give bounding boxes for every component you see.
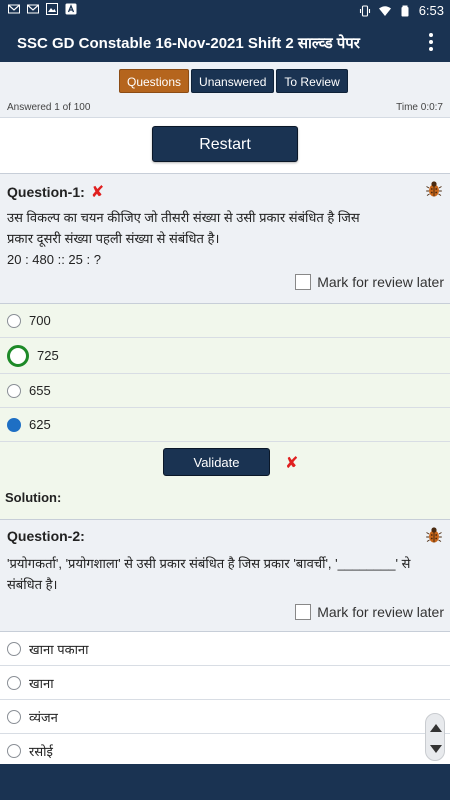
app-title: SSC GD Constable 16-Nov-2021 Shift 2 साल…	[17, 35, 360, 52]
tab-to-review[interactable]: To Review	[276, 69, 348, 93]
answer-section: 700 725 655 625 Validate ✘ Solution:	[0, 304, 450, 519]
question-heading: Question-1: ✘	[7, 182, 104, 202]
status-bar: 6:53	[0, 0, 450, 22]
option-row-selected[interactable]: 625	[0, 408, 450, 442]
answered-count: Answered 1 of 100	[7, 102, 91, 113]
radio-button[interactable]	[7, 383, 21, 398]
radio-button[interactable]	[7, 313, 21, 328]
wrong-answer-icon: ✘	[285, 455, 299, 472]
scroll-up-icon[interactable]	[430, 724, 442, 732]
gmail-icon	[27, 4, 39, 14]
radio-button[interactable]	[7, 675, 21, 690]
option-row-correct[interactable]: 725	[0, 338, 450, 374]
question-number: Question-2:	[7, 528, 85, 544]
battery-icon	[401, 5, 409, 16]
question-text-line: प्रकार दूसरी संख्या पहली संख्या से संबंध…	[7, 231, 220, 246]
question-card: Question-1: ✘ उस विकल्प का चयन कीजिए जो …	[0, 173, 450, 304]
question-card: Question-2: 'प्रयोगकर्ता', 'प्रयोगशाला' …	[0, 519, 450, 632]
vibrate-icon	[359, 4, 370, 17]
gmail-icon	[8, 4, 20, 14]
option-label: 625	[29, 417, 51, 432]
option-label: रसोई	[29, 743, 53, 759]
more-vert-icon[interactable]	[426, 31, 436, 53]
review-label: Mark for review later	[317, 604, 444, 620]
notification-icons	[8, 3, 77, 15]
option-label: 655	[29, 383, 51, 398]
image-icon	[46, 3, 58, 15]
tab-unanswered[interactable]: Unanswered	[191, 69, 275, 93]
app-bar: SSC GD Constable 16-Nov-2021 Shift 2 साल…	[0, 22, 450, 62]
tab-questions[interactable]: Questions	[119, 69, 190, 93]
app-icon	[65, 3, 77, 15]
option-label: खाना	[29, 675, 54, 691]
option-row[interactable]: रसोई	[0, 734, 450, 764]
question-text-line: संबंधित है।	[7, 577, 58, 592]
option-label: 700	[29, 313, 51, 328]
option-label: व्यंजन	[29, 709, 58, 725]
status-time: 6:53	[418, 3, 444, 18]
bug-report-icon[interactable]	[425, 180, 443, 198]
question-list[interactable]: Restart Question-1: ✘ उस विकल्प का चयन क…	[0, 118, 450, 764]
question-text-line: 'प्रयोगकर्ता', 'प्रयोगशाला' से उसी प्रका…	[7, 556, 411, 571]
option-label: खाना पकाना	[29, 641, 89, 657]
option-label: 725	[37, 348, 59, 363]
question-text: 'प्रयोगकर्ता', 'प्रयोगशाला' से उसी प्रका…	[7, 553, 447, 595]
correct-answer-radio[interactable]	[7, 344, 29, 367]
question-heading: Question-2:	[7, 528, 85, 544]
wifi-icon	[378, 5, 391, 16]
review-label: Mark for review later	[317, 274, 444, 290]
question-text-line: 20 : 480 :: 25 : ?	[7, 252, 101, 267]
solution-label: Solution:	[5, 490, 62, 505]
info-bar: Answered 1 of 100 Time 0:0:7	[0, 98, 450, 118]
review-checkbox[interactable]	[295, 604, 312, 620]
mark-for-review[interactable]: Mark for review later	[295, 604, 444, 620]
restart-button[interactable]: Restart	[152, 126, 298, 162]
tab-group: Questions Unanswered To Review	[119, 69, 348, 93]
wrong-mark-icon: ✘	[90, 184, 105, 201]
system-icons: 6:53	[359, 3, 444, 18]
option-row[interactable]: 655	[0, 374, 450, 408]
bottom-bar	[0, 764, 450, 800]
question-text: उस विकल्प का चयन कीजिए जो तीसरी संख्या स…	[7, 207, 397, 270]
bug-report-icon[interactable]	[425, 526, 443, 544]
selected-radio[interactable]	[7, 417, 21, 432]
option-row[interactable]: 700	[0, 304, 450, 338]
scroll-down-icon[interactable]	[430, 745, 442, 753]
tab-strip: Questions Unanswered To Review	[0, 62, 450, 98]
option-row[interactable]: खाना पकाना	[0, 632, 450, 666]
elapsed-time: Time 0:0:7	[396, 102, 443, 113]
option-row[interactable]: खाना	[0, 666, 450, 700]
validate-button[interactable]: Validate	[163, 448, 270, 476]
review-checkbox[interactable]	[295, 274, 312, 290]
answer-section: खाना पकाना खाना व्यंजन रसोई	[0, 632, 450, 764]
scroll-control	[425, 713, 445, 761]
option-row[interactable]: व्यंजन	[0, 700, 450, 734]
mark-for-review[interactable]: Mark for review later	[295, 274, 444, 290]
question-text-line: उस विकल्प का चयन कीजिए जो तीसरी संख्या स…	[7, 210, 360, 225]
question-number: Question-1:	[7, 184, 85, 200]
radio-button[interactable]	[7, 709, 21, 724]
radio-button[interactable]	[7, 743, 21, 758]
radio-button[interactable]	[7, 641, 21, 656]
